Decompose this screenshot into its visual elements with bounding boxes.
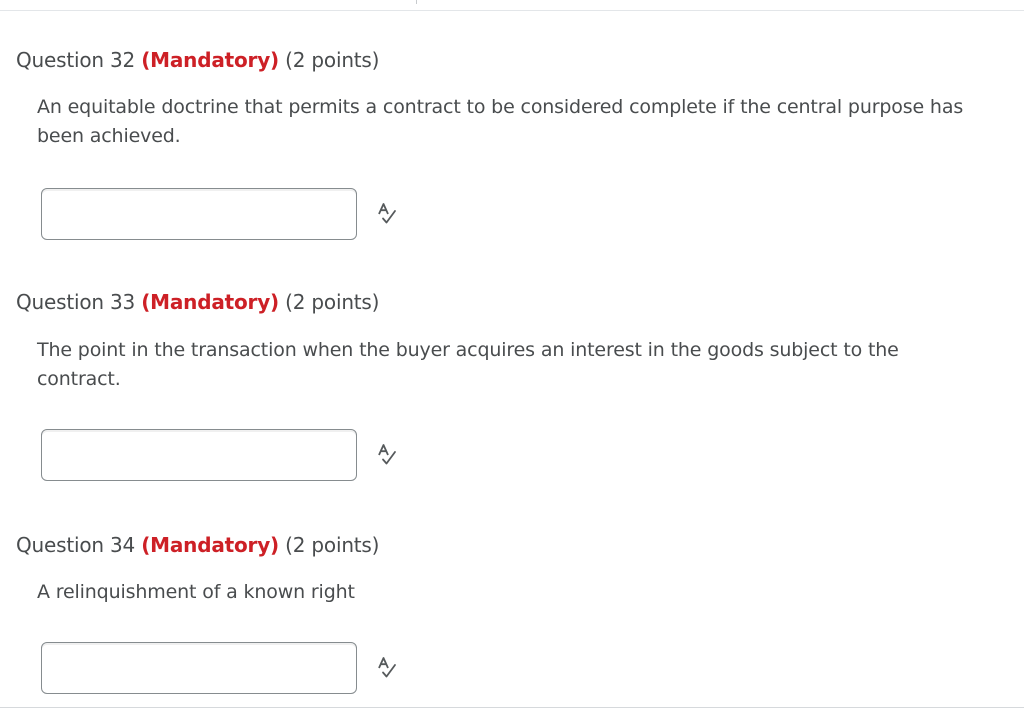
answer-field[interactable] xyxy=(41,642,357,694)
answer-field[interactable] xyxy=(41,188,357,240)
mandatory-label: (Mandatory) xyxy=(141,290,279,314)
question-heading: Question 33 (Mandatory) (2 points) xyxy=(16,290,379,314)
question-heading: Question 34 (Mandatory) (2 points) xyxy=(16,533,379,557)
points-label: (2 points) xyxy=(285,48,380,72)
spellcheck-icon[interactable] xyxy=(376,657,400,679)
mandatory-label: (Mandatory) xyxy=(141,533,279,557)
spellcheck-icon[interactable] xyxy=(376,203,400,225)
question-heading: Question 32 (Mandatory) (2 points) xyxy=(16,48,379,72)
top-divider-tick xyxy=(416,0,417,4)
bottom-divider xyxy=(0,707,1024,708)
question-title: Question 33 xyxy=(16,290,136,314)
points-label: (2 points) xyxy=(285,533,380,557)
question-title: Question 34 xyxy=(16,533,136,557)
mandatory-label: (Mandatory) xyxy=(141,48,279,72)
question-text: A relinquishment of a known right xyxy=(37,581,355,603)
spellcheck-icon[interactable] xyxy=(376,444,400,466)
question-text: The point in the transaction when the bu… xyxy=(37,339,899,390)
top-divider xyxy=(0,10,1024,11)
question-text: An equitable doctrine that permits a con… xyxy=(37,96,964,147)
points-label: (2 points) xyxy=(285,290,380,314)
quiz-page: Question 32 (Mandatory) (2 points) An eq… xyxy=(0,0,1024,711)
answer-field[interactable] xyxy=(41,429,357,481)
question-title: Question 32 xyxy=(16,48,136,72)
